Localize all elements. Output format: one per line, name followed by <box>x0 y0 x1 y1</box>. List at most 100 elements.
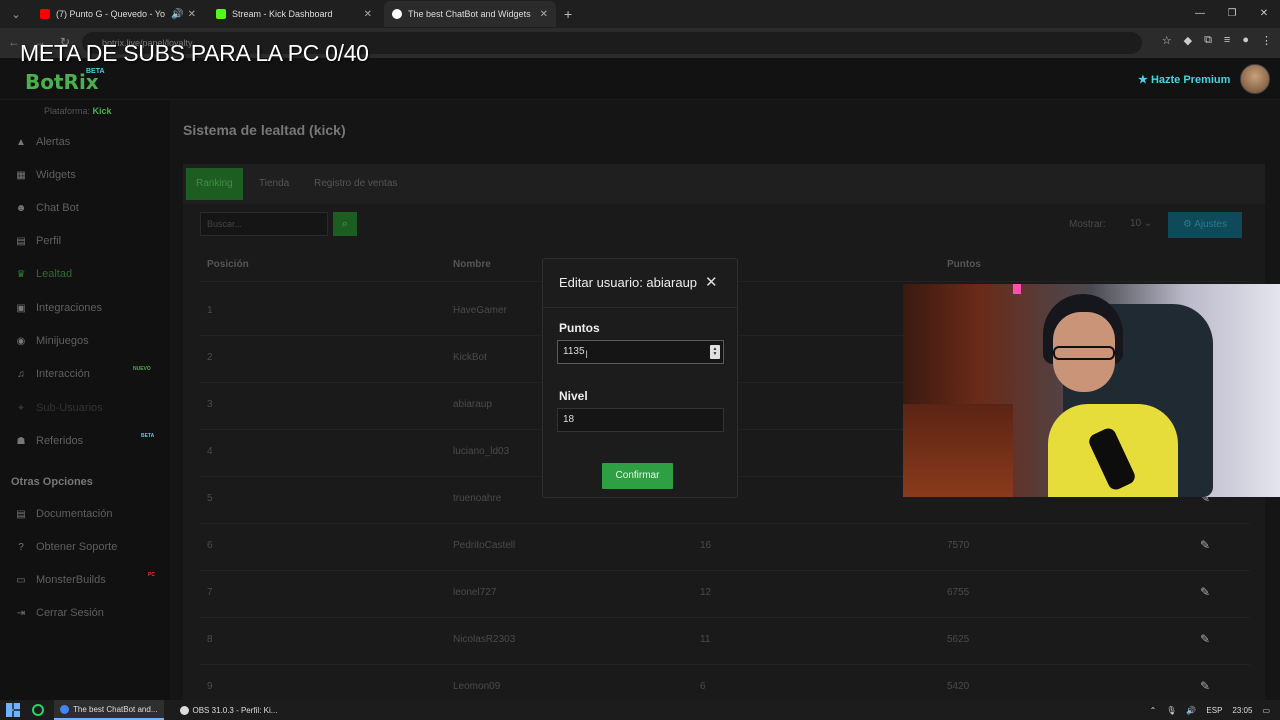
restore-icon[interactable]: ❐ <box>1216 0 1248 28</box>
row-name: KickBot <box>453 352 487 363</box>
other-options-heading: Otras Opciones <box>11 476 93 488</box>
edit-pencil-icon[interactable]: ✎ <box>1200 538 1210 552</box>
menu-icon[interactable]: ⋮ <box>1261 34 1272 47</box>
sidebar-item-subusuarios[interactable]: ✦ Sub-Usuarios <box>14 402 103 414</box>
settings-label: Ajustes <box>1194 219 1227 230</box>
whatsapp-icon[interactable] <box>32 704 44 716</box>
tab-registro-ventas[interactable]: Registro de ventas <box>304 168 407 200</box>
new-badge: NUEVO <box>133 366 151 372</box>
row-name: Leomon09 <box>453 681 501 692</box>
close-icon[interactable]: ✕ <box>705 273 718 291</box>
search-input[interactable]: Buscar... <box>200 212 328 236</box>
points-input[interactable]: 1135 I ▲ ▼ <box>557 340 724 364</box>
spin-down-icon[interactable]: ▼ <box>713 352 718 357</box>
sidebar-item-integraciones[interactable]: ▣ Integraciones <box>14 302 102 314</box>
puzzle-icon[interactable]: ⧉ <box>1204 34 1212 47</box>
notification-icon[interactable]: ▭ <box>1262 706 1270 715</box>
volume-icon[interactable]: 🔊 <box>1186 706 1196 715</box>
warning-icon: ▲ <box>16 136 26 148</box>
sidebar-item-monsterbuilds[interactable]: ▭ MonsterBuilds <box>14 574 105 586</box>
bookmark-star-icon[interactable]: ☆ <box>1162 34 1172 47</box>
close-tab-icon[interactable]: ✕ <box>540 9 548 20</box>
profile-icon[interactable]: ● <box>1242 34 1249 47</box>
taskbar-item-chrome[interactable]: The best ChatBot and... <box>54 700 164 720</box>
row-points: 5625 <box>947 634 970 645</box>
sidebar-item-label: Perfil <box>36 235 62 247</box>
chevron-down-icon: ⌄ <box>1143 218 1153 229</box>
obs-icon <box>179 705 189 715</box>
row-position: 2 <box>207 352 213 363</box>
show-value: 10 <box>1130 218 1142 229</box>
row-points: 5420 <box>947 681 970 692</box>
edit-pencil-icon[interactable]: ✎ <box>1200 679 1210 693</box>
sidebar-item-minijuegos[interactable]: ◉ Minijuegos <box>14 335 89 347</box>
row-level: 6 <box>700 681 706 692</box>
chevron-up-icon[interactable]: ⌃ <box>1150 706 1157 715</box>
confirm-button[interactable]: Confirmar <box>602 463 673 489</box>
row-name: leonel727 <box>453 587 497 598</box>
pc-badge: PC <box>148 572 155 578</box>
row-divider <box>200 664 1250 665</box>
sidebar-item-label: Referidos <box>36 435 84 447</box>
show-select[interactable]: 10 ⌄ <box>1126 213 1166 235</box>
taskbar-item-obs[interactable]: OBS 31.0.3 - Perfil: Ki... <box>174 700 284 720</box>
browser-tab-kick[interactable]: Stream - Kick Dashboard ✕ <box>208 1 380 27</box>
avatar[interactable] <box>1240 64 1270 94</box>
language-indicator[interactable]: ESP <box>1206 706 1222 715</box>
browser-tab-botrix[interactable]: The best ChatBot and Widgets ✕ <box>384 1 556 27</box>
level-input[interactable]: 18 <box>557 408 724 432</box>
tab-ranking[interactable]: Ranking <box>186 168 243 200</box>
premium-link[interactable]: ★ Hazte Premium <box>1138 73 1230 86</box>
row-divider <box>200 570 1250 571</box>
tab-tienda[interactable]: Tienda <box>249 168 299 200</box>
close-tab-icon[interactable]: ✕ <box>188 9 196 20</box>
robot-icon: ☻ <box>15 202 27 214</box>
row-name: PedritoCastell <box>453 540 516 551</box>
new-tab-icon[interactable]: + <box>564 6 572 22</box>
media-icon[interactable]: ≡ <box>1224 34 1230 47</box>
sidebar-item-label: Widgets <box>36 169 76 181</box>
sidebar-item-documentacion[interactable]: ▤ Documentación <box>14 508 112 520</box>
edit-pencil-icon[interactable]: ✎ <box>1200 585 1210 599</box>
settings-button[interactable]: ⚙ Ajustes <box>1168 212 1242 238</box>
number-spinner[interactable]: ▲ ▼ <box>710 345 720 359</box>
search-button[interactable]: ⌕ <box>333 212 357 236</box>
sidebar-item-perfil[interactable]: ▤ Perfil <box>14 235 61 247</box>
sidebar: Plataforma: Kick ▲ Alertas ▦ Widgets ☻ Chat… <box>0 100 170 700</box>
music-icon: ♫ <box>17 368 25 380</box>
back-icon[interactable]: ← <box>8 35 20 49</box>
row-points: 6755 <box>947 587 970 598</box>
sidebar-item-lealtad[interactable]: ♛ Lealtad <box>14 268 73 280</box>
minimize-icon[interactable]: — <box>1184 0 1216 28</box>
mic-icon[interactable]: 🎙 <box>1166 706 1176 715</box>
sidebar-item-referidos[interactable]: ☗ Referidos <box>14 435 84 447</box>
sidebar-item-cerrar-sesion[interactable]: ⇥ Cerrar Sesión <box>14 607 104 619</box>
row-divider <box>200 617 1250 618</box>
edit-pencil-icon[interactable]: ✎ <box>1200 632 1210 646</box>
level-value: 18 <box>563 414 575 425</box>
windows-taskbar: The best ChatBot and... OBS 31.0.3 - Per… <box>0 700 1280 720</box>
sidebar-item-alertas[interactable]: ▲ Alertas <box>14 136 70 148</box>
book-icon: ▤ <box>16 508 26 520</box>
sidebar-item-interaccion[interactable]: ♫ Interacción <box>14 368 90 380</box>
close-window-icon[interactable]: ✕ <box>1248 0 1280 28</box>
windows-start-icon[interactable] <box>6 703 20 717</box>
show-label: Mostrar: <box>1069 219 1106 230</box>
browser-tab-youtube[interactable]: (7) Punto G - Quevedo - Yo 🔊 ✕ <box>32 1 204 27</box>
tab-search-chevron-icon[interactable]: ⌄ <box>4 2 28 26</box>
sidebar-item-chatbot[interactable]: ☻ Chat Bot <box>14 202 79 214</box>
kick-icon <box>216 9 226 19</box>
modal-title: Editar usuario: abiaraup <box>559 275 698 290</box>
row-name: HaveGamer <box>453 305 507 316</box>
sidebar-item-soporte[interactable]: ? Obtener Soporte <box>14 541 117 553</box>
close-tab-icon[interactable]: ✕ <box>364 9 372 20</box>
sidebar-item-widgets[interactable]: ▦ Widgets <box>14 169 76 181</box>
sidebar-item-label: Interacción <box>36 368 90 380</box>
audio-icon[interactable]: 🔊 <box>171 9 183 20</box>
clock[interactable]: 23:05 <box>1232 706 1252 715</box>
beta-badge: BETA <box>141 433 155 439</box>
extension-icon[interactable]: ◆ <box>1184 34 1192 47</box>
window-controls: — ❐ ✕ <box>1184 0 1280 28</box>
row-position: 7 <box>207 587 213 598</box>
webcam-light <box>1013 284 1021 294</box>
